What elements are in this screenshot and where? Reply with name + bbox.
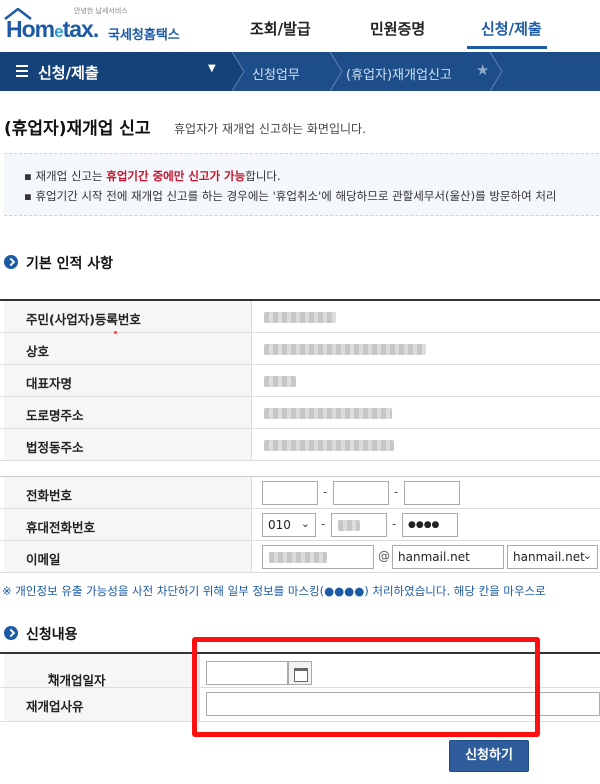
email-domain-select[interactable]: hanmail.net ⌄ bbox=[507, 545, 598, 569]
row-label: 대표자명 bbox=[26, 376, 73, 391]
reopen-reason-label: 재개업사유 bbox=[26, 699, 84, 714]
privacy-note: ※ 개인정보 유출 가능성을 사전 차단하기 위해 일부 정보를 마스킹(●●●… bbox=[2, 584, 546, 598]
table-row: 법정동주소 bbox=[0, 429, 600, 461]
email-domain-input[interactable]: hanmail.net bbox=[392, 545, 504, 569]
nav-certificate[interactable]: 민원증명 bbox=[370, 18, 425, 39]
table-row: 이메일 @ hanmail.net hanmail.net ⌄ bbox=[0, 541, 600, 573]
masked-value bbox=[264, 312, 336, 323]
breadcrumb-apply-work[interactable]: 신청업무 bbox=[252, 64, 300, 83]
menu-dropdown[interactable]: 신청/제출 ▼ bbox=[0, 52, 232, 91]
table-row: 대표자명 bbox=[0, 365, 600, 397]
masked-value bbox=[264, 344, 426, 355]
section-arrow-icon bbox=[4, 626, 18, 640]
chevron-down-icon: ⌄ bbox=[300, 517, 310, 530]
page-title: (휴업자)재개업 신고 bbox=[4, 119, 151, 139]
breadcrumb-current[interactable]: (휴업자)재개업신고 bbox=[346, 64, 452, 83]
phone-label: 전화번호 bbox=[26, 488, 73, 503]
breadcrumb-separator-icon bbox=[232, 52, 245, 91]
mobile-last-input[interactable]: ●●●● bbox=[402, 513, 458, 537]
nav-inquiry[interactable]: 조회/발급 bbox=[250, 18, 311, 39]
row-label: 주민(사업자)등록번호 bbox=[26, 312, 141, 327]
notice-line-1: ▪ 재개업 신고는 휴업기간 중에만 신고가 가능합니다. bbox=[24, 169, 281, 183]
notice-box: ▪ 재개업 신고는 휴업기간 중에만 신고가 가능합니다. ▪ 휴업기간 시작 … bbox=[4, 153, 600, 216]
phone-part-3-input[interactable] bbox=[404, 481, 460, 505]
logo-tagline: 안녕한 납세서비스 bbox=[74, 7, 128, 15]
table-row: 전화번호 - - bbox=[0, 477, 600, 509]
email-id-input[interactable] bbox=[262, 545, 374, 569]
logo-wordmark: Hometax. bbox=[6, 16, 99, 42]
section-apply-content: 신청내용 bbox=[26, 627, 78, 643]
mobile-prefix-select[interactable]: 010 ⌄ bbox=[262, 513, 316, 537]
logo-korean: 국세청홈택스 bbox=[108, 28, 180, 43]
hometax-logo[interactable]: 안녕한 납세서비스 Hometax. 국세청홈택스 bbox=[4, 6, 189, 46]
page-description: 휴업자가 재개업 신고하는 화면입니다. bbox=[174, 122, 366, 136]
caret-down-icon: ▼ bbox=[208, 63, 216, 74]
mobile-label: 휴대전화번호 bbox=[26, 520, 96, 535]
menu-title: 신청/제출 bbox=[38, 64, 99, 82]
section-arrow-icon bbox=[4, 255, 18, 269]
favorite-star-icon[interactable]: ★ bbox=[476, 61, 489, 79]
row-label: 도로명주소 bbox=[26, 408, 84, 423]
masked-value bbox=[264, 408, 392, 419]
location-bar: 신청/제출 ▼ 신청업무 (휴업자)재개업신고 ★ bbox=[0, 52, 600, 91]
breadcrumb-separator-icon bbox=[490, 52, 503, 91]
section-basic-info: 기본 인적 사항 bbox=[26, 256, 114, 272]
submit-button[interactable]: 신청하기 bbox=[449, 740, 529, 772]
header: 안녕한 납세서비스 Hometax. 국세청홈택스 조회/발급 민원증명 신청/… bbox=[0, 0, 600, 52]
table-row: 주민(사업자)등록번호 bbox=[0, 301, 600, 333]
table-row: 도로명주소 bbox=[0, 397, 600, 429]
phone-part-2-input[interactable] bbox=[333, 481, 389, 505]
phone-part-1-input[interactable] bbox=[262, 481, 318, 505]
contact-table: 전화번호 - - 휴대전화번호 010 ⌄ - - ●●●● 이메일 @ hanm… bbox=[0, 476, 600, 573]
hamburger-icon bbox=[16, 65, 28, 77]
chevron-down-icon: ⌄ bbox=[582, 549, 592, 562]
basic-info-table: 주민(사업자)등록번호 상호 대표자명 도로명주소 법정동주소 bbox=[0, 299, 600, 461]
masked-value bbox=[264, 440, 394, 451]
table-row: 상호 bbox=[0, 333, 600, 365]
notice-line-2: ▪ 휴업기간 시작 전에 재개업 신고를 하는 경우에는 '휴업취소'에 해당하… bbox=[24, 189, 557, 203]
active-nav-underline bbox=[467, 46, 547, 49]
masked-value bbox=[264, 376, 296, 387]
breadcrumb-separator-icon bbox=[330, 52, 343, 91]
nav-apply[interactable]: 신청/제출 bbox=[481, 18, 542, 39]
required-dot bbox=[114, 331, 117, 334]
row-label: 법정동주소 bbox=[26, 440, 84, 455]
red-highlight-box bbox=[192, 637, 540, 737]
row-label: 상호 bbox=[26, 344, 50, 359]
email-label: 이메일 bbox=[26, 552, 61, 567]
table-row: 휴대전화번호 010 ⌄ - - ●●●● bbox=[0, 509, 600, 541]
mobile-middle-input[interactable] bbox=[331, 513, 387, 537]
